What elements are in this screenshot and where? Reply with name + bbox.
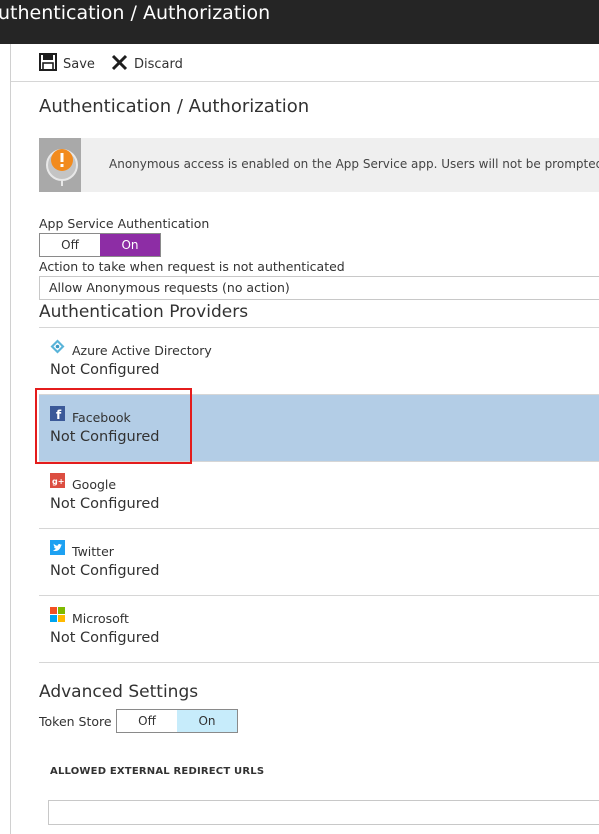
redirect-url-input[interactable] [48, 800, 599, 825]
providers-heading: Authentication Providers [39, 302, 249, 322]
provider-status: Not Configured [50, 496, 160, 512]
provider-name: Twitter [72, 544, 114, 559]
settings-pane: Save Discard Authentication / Authorizat… [10, 44, 599, 834]
provider-name: Azure Active Directory [72, 343, 212, 358]
action-label: Action to take when request is not authe… [39, 259, 345, 274]
provider-status: Not Configured [50, 630, 160, 646]
auth-on-option[interactable]: On [100, 234, 160, 256]
discard-label: Discard [134, 56, 183, 72]
save-icon [39, 53, 57, 75]
redirect-urls-label: ALLOWED EXTERNAL REDIRECT URLS [50, 766, 265, 777]
provider-status: Not Configured [50, 563, 160, 579]
token-store-toggle: Off On [116, 709, 238, 733]
provider-twitter[interactable]: Twitter Not Configured [39, 529, 599, 596]
action-select[interactable]: Allow Anonymous requests (no action) [39, 276, 599, 300]
close-icon [111, 54, 128, 75]
token-store-on-option[interactable]: On [177, 710, 237, 732]
advanced-settings-heading: Advanced Settings [39, 682, 199, 702]
google-plus-icon: g+ [50, 473, 65, 488]
discard-button[interactable]: Discard [111, 53, 183, 75]
svg-text:g+: g+ [52, 477, 64, 486]
azure-ad-icon [50, 339, 65, 354]
command-bar: Save Discard [11, 44, 599, 82]
app-service-auth-toggle: Off On [39, 233, 161, 257]
page-title: Authentication / Authorization [39, 96, 310, 117]
title-bar: uthentication / Authorization [0, 0, 599, 44]
provider-status: Not Configured [50, 429, 160, 445]
facebook-icon: f [50, 406, 65, 422]
auth-off-option[interactable]: Off [40, 234, 100, 256]
providers-list: Azure Active Directory Not Configured f … [39, 327, 599, 663]
window-title: uthentication / Authorization [0, 2, 271, 24]
provider-name: Facebook [72, 410, 131, 425]
info-banner: Anonymous access is enabled on the App S… [39, 138, 599, 192]
twitter-icon [50, 540, 65, 555]
provider-name: Google [72, 477, 117, 492]
provider-azure-ad[interactable]: Azure Active Directory Not Configured [39, 328, 599, 395]
warning-icon [39, 138, 81, 192]
token-store-label: Token Store [39, 714, 112, 729]
provider-status: Not Configured [50, 362, 160, 378]
microsoft-icon [50, 607, 65, 622]
svg-text:f: f [56, 408, 62, 421]
token-store-off-option[interactable]: Off [117, 710, 177, 732]
provider-google[interactable]: g+ Google Not Configured [39, 462, 599, 529]
provider-microsoft[interactable]: Microsoft Not Configured [39, 596, 599, 663]
provider-name: Microsoft [72, 611, 129, 626]
app-service-auth-label: App Service Authentication [39, 216, 210, 231]
banner-message: Anonymous access is enabled on the App S… [109, 157, 599, 171]
save-button[interactable]: Save [39, 53, 95, 75]
save-label: Save [63, 56, 95, 72]
provider-facebook[interactable]: f Facebook Not Configured [39, 395, 599, 462]
